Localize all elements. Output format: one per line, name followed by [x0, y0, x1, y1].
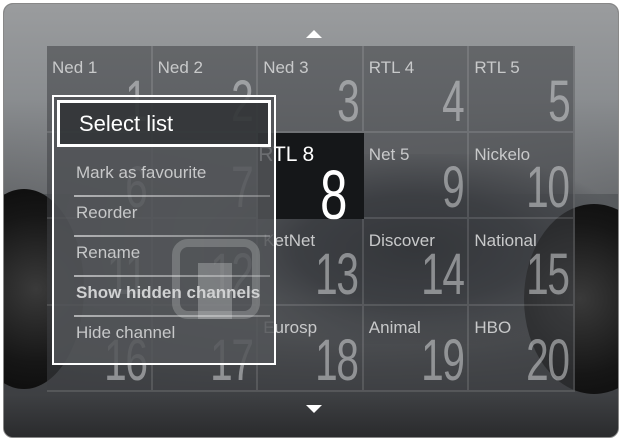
- channel-name: RTL 4: [368, 58, 415, 77]
- channel-cell-15[interactable]: National 15: [469, 219, 575, 306]
- channel-number: 8: [319, 156, 347, 234]
- channel-number: 14: [421, 241, 465, 307]
- channel-cell-19[interactable]: Animal 19: [363, 305, 470, 393]
- menu-item-label: Show hidden channels: [76, 283, 261, 302]
- channel-name: HBO: [474, 317, 512, 337]
- channel-name: Net 5: [368, 144, 410, 164]
- channel-cell-5[interactable]: RTL 5 5: [469, 46, 575, 133]
- screen: Ned 11Ned 22Ned 33RTL 44RTL 5567RTL 88Ne…: [0, 0, 619, 439]
- channel-name: RTL 5: [474, 58, 520, 77]
- channel-name: Nickelo: [474, 144, 531, 164]
- channel-name: Animal: [368, 317, 421, 337]
- menu-item-2[interactable]: Reorder: [54, 195, 274, 235]
- channel-number: 9: [442, 155, 465, 220]
- menu-item-5[interactable]: Hide channel: [54, 315, 274, 355]
- menu-item-3[interactable]: Rename: [54, 235, 274, 275]
- channel-cell-14[interactable]: Discover 14: [363, 219, 470, 307]
- channel-cell-20[interactable]: HBO 20: [469, 305, 575, 393]
- channel-number: 15: [526, 241, 571, 307]
- channel-number: 20: [526, 328, 571, 393]
- menu-item-label: Mark as favourite: [76, 163, 207, 182]
- menu-item-1[interactable]: Mark as favourite: [54, 155, 274, 195]
- menu-item-0[interactable]: Select list: [57, 100, 271, 147]
- channel-number: 3: [336, 68, 360, 134]
- menu-item-4[interactable]: Show hidden channels: [54, 275, 274, 315]
- arrow-up-icon[interactable]: [306, 30, 322, 38]
- channel-cell-10[interactable]: Nickelo 10: [469, 132, 575, 220]
- channel-number: 19: [421, 328, 465, 393]
- channel-name: Ned 1: [52, 58, 98, 77]
- channel-number: 10: [526, 155, 571, 220]
- channel-number: 5: [547, 68, 571, 134]
- channel-name: Ned 3: [263, 58, 309, 77]
- channel-cell-4[interactable]: RTL 4 4: [363, 46, 470, 134]
- channel-cell-9[interactable]: Net 5 9: [363, 132, 470, 220]
- channel-number: 13: [315, 241, 359, 307]
- channel-number: 4: [442, 68, 465, 134]
- menu-item-label: Hide channel: [76, 323, 176, 342]
- channel-number: 18: [315, 328, 359, 393]
- channel-name: Ned 2: [157, 58, 203, 77]
- menu-item-label: Reorder: [76, 203, 138, 222]
- arrow-down-icon[interactable]: [306, 405, 322, 413]
- menu-item-label: Select list: [79, 111, 174, 136]
- options-menu: Select list Mark as favourite Reorder Renam…: [52, 95, 276, 365]
- menu-item-label: Rename: [76, 243, 141, 262]
